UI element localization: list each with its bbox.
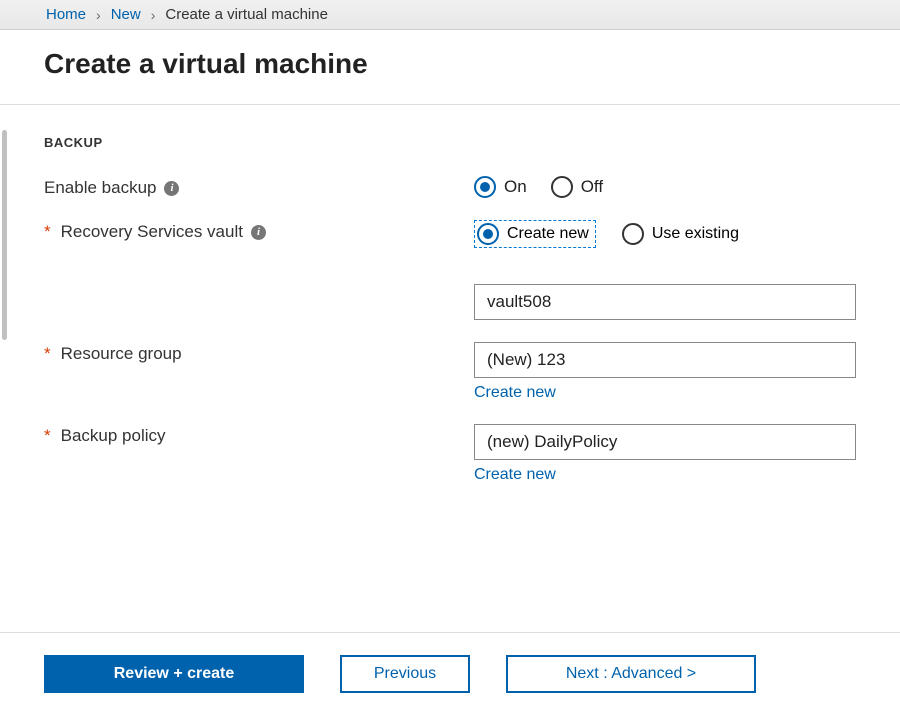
chevron-right-icon: › (96, 7, 101, 23)
backup-policy-text: Backup policy (61, 426, 166, 446)
footer-actions: Review + create Previous Next : Advanced… (0, 632, 900, 715)
required-asterisk: * (44, 426, 51, 446)
create-new-resource-group-link[interactable]: Create new (474, 384, 556, 402)
backup-policy-input[interactable] (474, 424, 856, 460)
create-new-backup-policy-link[interactable]: Create new (474, 466, 556, 484)
radio-vault-use-existing[interactable]: Use existing (620, 221, 745, 247)
breadcrumb: Home › New › Create a virtual machine (8, 6, 892, 23)
info-icon[interactable]: i (164, 181, 179, 196)
section-backup-label: BACKUP (44, 135, 856, 150)
radio-vault-create-new[interactable]: Create new (474, 220, 596, 248)
chevron-right-icon: › (151, 7, 156, 23)
enable-backup-text: Enable backup (44, 178, 156, 198)
label-enable-backup: Enable backup i (44, 176, 474, 198)
breadcrumb-new[interactable]: New (111, 6, 141, 23)
page-header: Create a virtual machine (0, 30, 900, 105)
radio-label-create-new: Create new (507, 225, 589, 243)
recovery-vault-text: Recovery Services vault (61, 222, 243, 242)
next-advanced-button[interactable]: Next : Advanced > (506, 655, 756, 693)
previous-button[interactable]: Previous (340, 655, 470, 693)
breadcrumb-home[interactable]: Home (46, 6, 86, 23)
form-content: BACKUP Enable backup i On Off * Recovery… (0, 105, 900, 526)
label-backup-policy: * Backup policy (44, 424, 474, 446)
radio-backup-off[interactable]: Off (551, 176, 603, 198)
row-enable-backup: Enable backup i On Off (44, 176, 856, 198)
radio-label-on: On (504, 177, 527, 197)
radio-label-use-existing: Use existing (652, 225, 739, 243)
label-recovery-vault: * Recovery Services vault i (44, 220, 474, 242)
radio-group-enable-backup: On Off (474, 176, 856, 198)
info-icon[interactable]: i (251, 225, 266, 240)
vault-name-input[interactable] (474, 284, 856, 320)
page-title: Create a virtual machine (44, 48, 856, 80)
radio-circle-icon (551, 176, 573, 198)
required-asterisk: * (44, 222, 51, 242)
radio-circle-icon (622, 223, 644, 245)
resource-group-input[interactable] (474, 342, 856, 378)
scrollbar[interactable] (2, 130, 7, 340)
radio-circle-icon (474, 176, 496, 198)
required-asterisk: * (44, 344, 51, 364)
row-recovery-vault: * Recovery Services vault i Create new U… (44, 220, 856, 248)
label-resource-group: * Resource group (44, 342, 474, 364)
radio-circle-icon (477, 223, 499, 245)
radio-label-off: Off (581, 177, 603, 197)
row-vault-name (474, 284, 856, 320)
review-create-button[interactable]: Review + create (44, 655, 304, 693)
row-backup-policy: * Backup policy Create new (44, 424, 856, 484)
breadcrumb-bar: Home › New › Create a virtual machine (0, 0, 900, 30)
resource-group-text: Resource group (61, 344, 182, 364)
radio-group-recovery-vault: Create new Use existing (474, 220, 856, 248)
breadcrumb-current: Create a virtual machine (165, 6, 328, 23)
row-resource-group: * Resource group Create new (44, 342, 856, 402)
radio-backup-on[interactable]: On (474, 176, 527, 198)
